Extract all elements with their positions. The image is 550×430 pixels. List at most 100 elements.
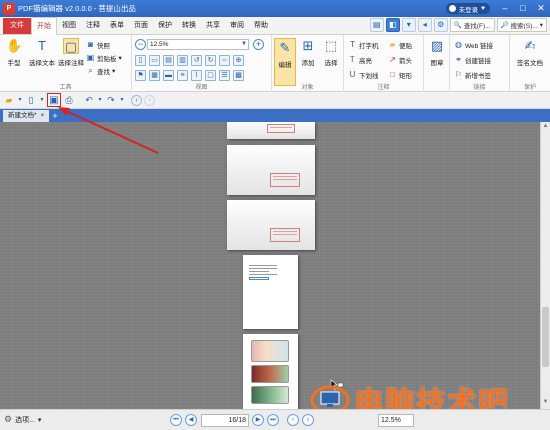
- scroll-up-icon[interactable]: ▲: [541, 123, 550, 132]
- page-number-input[interactable]: 16/18: [201, 414, 249, 427]
- forward-icon[interactable]: ›: [144, 94, 155, 106]
- menu-view[interactable]: 视图: [57, 17, 81, 35]
- edit-object-button[interactable]: ✎ 编辑: [274, 38, 296, 86]
- page-thumbnail: [227, 122, 315, 139]
- comment-group: T 打字机 ▰ 便贴 Ꭲ 高亮 ↗ 箭头 U 下划线 □ 矩形 注释: [344, 35, 424, 92]
- print-icon[interactable]: ⎙: [63, 94, 75, 106]
- highlight-button[interactable]: Ꭲ 高亮: [348, 54, 372, 65]
- zoom-in-button[interactable]: +: [253, 39, 264, 50]
- menu-page[interactable]: 页面: [129, 17, 153, 35]
- folder-icon[interactable]: ▬: [163, 70, 174, 81]
- page-thumbnail-icon[interactable]: ▦: [149, 70, 160, 81]
- page-thumbnail: [243, 334, 298, 409]
- zoom-out-button[interactable]: −: [135, 39, 146, 50]
- page-icon[interactable]: ▢: [205, 70, 216, 81]
- menu-protect[interactable]: 保护: [153, 17, 177, 35]
- new-document-icon[interactable]: ▯: [25, 94, 37, 106]
- open-folder-icon[interactable]: ▰: [3, 94, 15, 106]
- back-icon[interactable]: ‹: [131, 94, 142, 106]
- clipboard-button[interactable]: ▣ 剪贴板 ▾: [86, 52, 122, 63]
- add-label: 添加: [301, 60, 315, 67]
- create-link-button[interactable]: ⚭ 创建链接: [454, 54, 491, 65]
- chevron-down-icon[interactable]: ▾: [97, 94, 103, 106]
- maximize-button[interactable]: □: [514, 0, 532, 17]
- find-box[interactable]: 🔍 查找(F)...: [449, 18, 495, 32]
- prev-page-button[interactable]: ◀: [185, 414, 197, 426]
- rotate-left-icon[interactable]: ↺: [191, 55, 202, 66]
- sign-document-button[interactable]: ✍ 签名文档: [516, 38, 544, 67]
- attachment-icon[interactable]: ⌇: [191, 70, 202, 81]
- close-button[interactable]: ✕: [532, 0, 550, 17]
- collapse-icon[interactable]: ◂: [417, 18, 432, 32]
- snapshot-button[interactable]: ◙ 快照: [86, 39, 110, 50]
- underline-button[interactable]: U 下划线: [348, 69, 379, 80]
- stamp-button[interactable]: ▨ 图章: [426, 38, 448, 67]
- web-link-button[interactable]: ◍ Web 链接: [454, 39, 493, 50]
- rectangle-button[interactable]: □ 矩形: [388, 69, 412, 80]
- user-avatar-icon: [448, 5, 456, 12]
- save-button[interactable]: ▣: [47, 93, 61, 107]
- fit-width-icon[interactable]: ⇔: [219, 55, 230, 66]
- menu-home[interactable]: 开始: [31, 16, 57, 36]
- status-zoom-select[interactable]: 12.5%: [378, 414, 414, 427]
- select-text-button[interactable]: T 选择文本: [28, 38, 56, 67]
- menu-help[interactable]: 帮助: [249, 17, 273, 35]
- menu-review[interactable]: 审阅: [225, 17, 249, 35]
- ribbon-layout-icon[interactable]: ▤: [369, 18, 384, 32]
- new-bookmark-button[interactable]: ⚐ 新增书签: [454, 69, 491, 80]
- add-tab-button[interactable]: +: [52, 110, 57, 122]
- scroll-down-icon[interactable]: ▼: [541, 399, 550, 408]
- article-icon[interactable]: ☰: [219, 70, 230, 81]
- arrow-button[interactable]: ↗ 箭头: [388, 54, 412, 65]
- grid-icon[interactable]: ▩: [233, 70, 244, 81]
- menu-form[interactable]: 表单: [105, 17, 129, 35]
- note-button[interactable]: ▰ 便贴: [388, 39, 412, 50]
- skin-icon[interactable]: ◧: [385, 18, 400, 32]
- select-annotation-button[interactable]: ▢ 选择注释: [58, 38, 84, 67]
- zoom-select[interactable]: 12.5% ▼: [147, 39, 249, 50]
- stamp-mark: [267, 124, 295, 133]
- find-button[interactable]: ⌕ 查找 ▾: [86, 65, 115, 76]
- menu-convert[interactable]: 转换: [177, 17, 201, 35]
- edit-object-icon: ✎: [279, 40, 291, 55]
- tab-new-document[interactable]: 新建文档* ×: [3, 110, 50, 122]
- search-box[interactable]: 🔎 搜索(S)... ▾: [496, 18, 547, 32]
- tab-close-icon[interactable]: ×: [41, 110, 45, 122]
- redo-icon[interactable]: ↷: [105, 94, 117, 106]
- typewriter-button[interactable]: T 打字机: [348, 39, 379, 50]
- first-page-button[interactable]: ⏮: [170, 414, 182, 426]
- forward-view-button[interactable]: ›: [302, 414, 314, 426]
- select-object-button[interactable]: ⬚ 选择: [320, 38, 342, 67]
- undo-icon[interactable]: ↶: [83, 94, 95, 106]
- chevron-down-icon[interactable]: ▾: [39, 94, 45, 106]
- zoom-tool-icon[interactable]: ⊕: [233, 55, 244, 66]
- options-button[interactable]: ⚙ 选项... ▾: [4, 414, 41, 425]
- link-box: [249, 277, 269, 280]
- next-page-button[interactable]: ▶: [252, 414, 264, 426]
- scroll-thumb[interactable]: [542, 307, 549, 367]
- settings-icon[interactable]: ⚙: [433, 18, 448, 32]
- dropdown-icon[interactable]: ▾: [401, 18, 416, 32]
- add-object-button[interactable]: ⊞ 添加: [297, 38, 319, 67]
- layers-icon[interactable]: ≡: [177, 70, 188, 81]
- vertical-scrollbar[interactable]: ▲ ▼: [540, 122, 550, 409]
- chevron-down-icon[interactable]: ▾: [17, 94, 23, 106]
- fit-page-icon[interactable]: ▯: [135, 55, 146, 66]
- back-view-button[interactable]: ‹: [287, 414, 299, 426]
- menu-share[interactable]: 共享: [201, 17, 225, 35]
- login-status-button[interactable]: 未登录 ♥: [445, 3, 490, 14]
- stamp-mark: [270, 228, 300, 242]
- menu-comment[interactable]: 注释: [81, 17, 105, 35]
- rotate-right-icon[interactable]: ↻: [205, 55, 216, 66]
- last-page-button[interactable]: ⏭: [267, 414, 279, 426]
- single-page-icon[interactable]: ▭: [149, 55, 160, 66]
- typewriter-label: 打字机: [359, 42, 379, 50]
- document-canvas[interactable]: [0, 122, 540, 409]
- continuous-icon[interactable]: ▤: [163, 55, 174, 66]
- minimize-button[interactable]: –: [496, 0, 514, 17]
- menu-file[interactable]: 文件: [3, 18, 31, 34]
- bookmark-flag-icon[interactable]: ⚑: [135, 70, 146, 81]
- hand-tool-button[interactable]: ✋ 手型: [3, 38, 25, 67]
- chevron-down-icon[interactable]: ▾: [119, 94, 125, 106]
- two-page-icon[interactable]: ▥: [177, 55, 188, 66]
